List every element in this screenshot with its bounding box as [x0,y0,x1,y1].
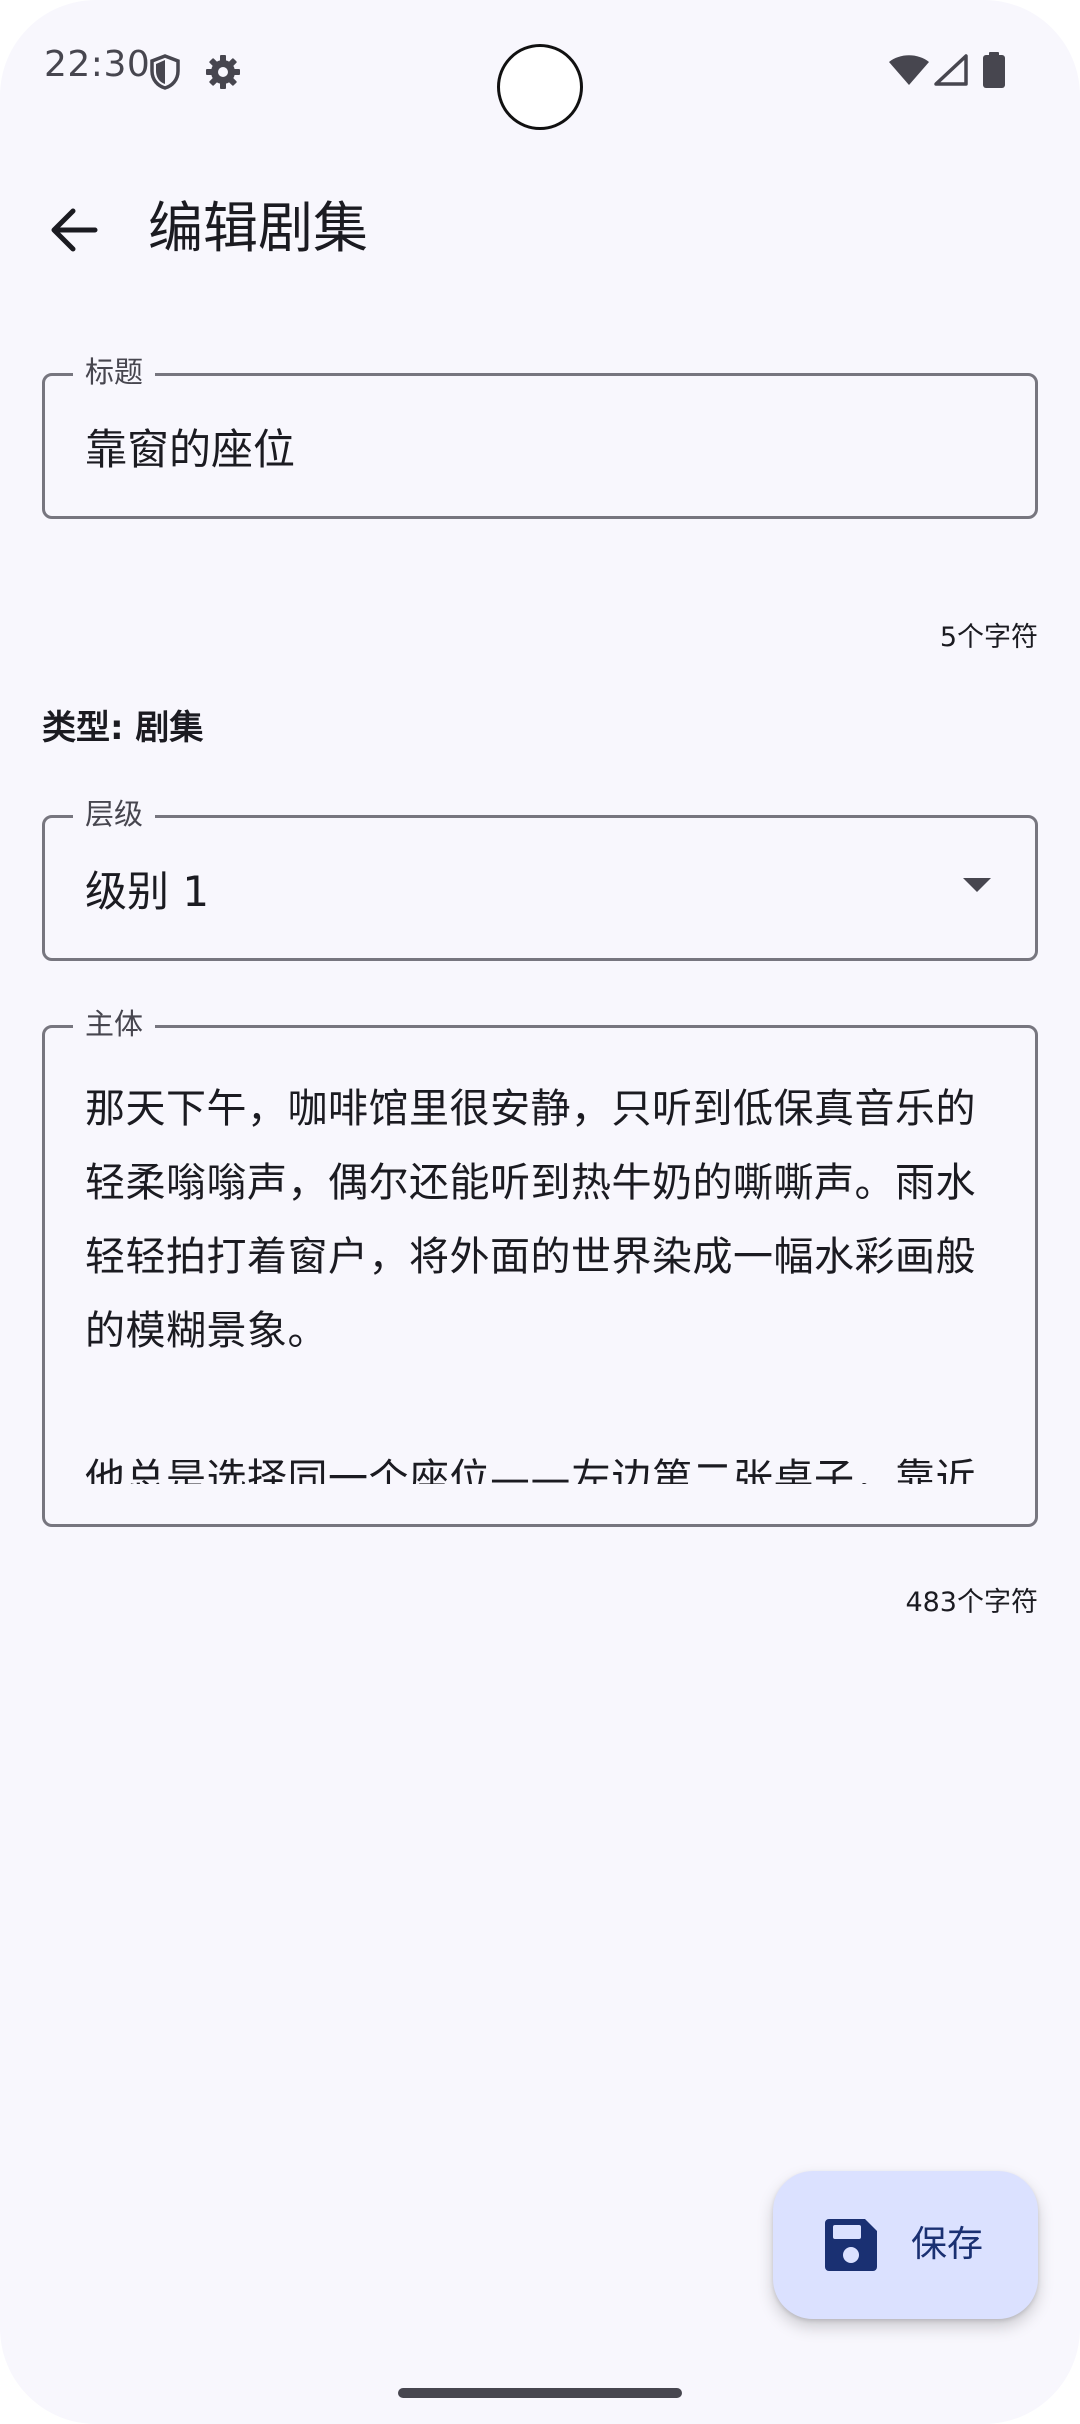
top-app-bar: 编辑剧集 [0,170,1080,286]
title-field[interactable]: 标题 靠窗的座位 [42,352,1038,519]
wifi-icon [888,54,930,90]
level-dropdown[interactable]: 层级 级别 1 [42,794,1038,961]
screen: 22:30 编辑剧集 标题 靠窗的座位 5个字符 类型: 剧集 层级 级别 1 … [0,0,1080,2424]
cell-signal-icon [934,54,968,90]
level-field-label: 层级 [73,794,156,834]
status-bar: 22:30 [0,0,1080,140]
type-label: 类型: 剧集 [42,708,204,748]
title-char-counter: 5个字符 [939,622,1038,653]
page-title: 编辑剧集 [148,196,369,260]
dropdown-arrow-icon[interactable] [963,878,991,892]
back-button[interactable] [34,190,114,270]
shield-icon [150,54,180,94]
body-char-counter: 483个字符 [905,1587,1038,1618]
body-field[interactable]: 主体 那天下午，咖啡馆里很安静，只听到低保真音乐的轻柔嗡嗡声，偶尔还能听到热牛奶… [42,1004,1038,1527]
body-textarea[interactable]: 那天下午，咖啡馆里很安静，只听到低保真音乐的轻柔嗡嗡声，偶尔还能听到热牛奶的嘶嘶… [85,1072,995,1484]
save-icon [821,2215,881,2279]
body-field-label: 主体 [73,1004,156,1044]
settings-gear-icon [204,53,242,95]
battery-icon [982,52,1006,92]
save-button[interactable]: 保存 [773,2171,1038,2319]
level-selected-value: 级别 1 [85,867,210,916]
arrow-back-icon [51,208,98,252]
save-button-label: 保存 [911,2224,984,2265]
status-time: 22:30 [44,44,151,85]
title-field-label: 标题 [73,352,156,392]
camera-cutout [497,44,583,130]
home-indicator[interactable] [398,2388,682,2398]
title-input-value[interactable]: 靠窗的座位 [85,423,295,477]
